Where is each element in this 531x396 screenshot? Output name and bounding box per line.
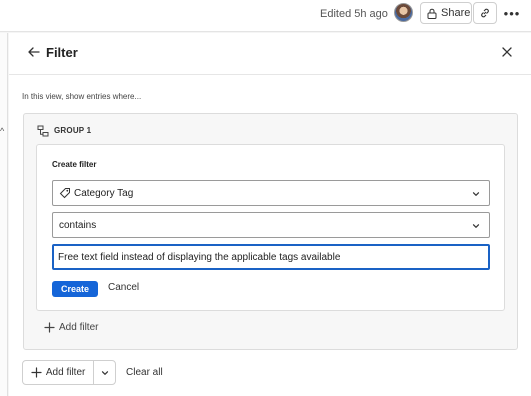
plus-icon	[44, 322, 55, 333]
chevron-down-icon	[471, 189, 481, 199]
link-icon	[479, 7, 491, 19]
cancel-button[interactable]: Cancel	[108, 282, 139, 293]
field-select[interactable]: Category Tag	[52, 180, 490, 206]
add-filter-split-button: Add filter	[22, 360, 116, 385]
add-filter-button[interactable]: Add filter	[23, 361, 95, 384]
chevron-down-icon	[471, 221, 481, 231]
panel-title: Filter	[46, 45, 78, 60]
chevron-down-icon	[100, 368, 110, 378]
share-button[interactable]: Share	[420, 2, 472, 24]
create-filter-card: Create filter Category Tag contains Crea…	[36, 144, 505, 311]
tag-icon	[59, 187, 71, 199]
create-filter-title: Create filter	[52, 160, 97, 169]
copy-link-button[interactable]	[473, 2, 497, 24]
filter-intro-text: In this view, show entries where...	[22, 92, 142, 101]
operator-select-value: contains	[59, 219, 97, 231]
field-select-value: Category Tag	[74, 187, 134, 199]
plus-icon	[31, 367, 42, 378]
group-title: GROUP 1	[54, 126, 92, 135]
add-filter-dropdown[interactable]	[94, 361, 115, 384]
edited-status: Edited 5h ago	[320, 8, 388, 20]
filter-group: GROUP 1 Create filter Category Tag conta…	[23, 113, 518, 350]
left-sidebar-edge: ^	[0, 33, 8, 396]
add-filter-label: Add filter	[45, 367, 86, 378]
group-add-filter-label: Add filter	[59, 322, 99, 333]
group-add-filter-button[interactable]: Add filter	[44, 322, 98, 333]
lock-icon	[427, 8, 437, 19]
top-bar: Edited 5h ago Share •••	[0, 0, 531, 32]
panel-header: Filter	[9, 33, 531, 75]
back-arrow-icon[interactable]	[25, 43, 43, 61]
close-icon[interactable]	[498, 43, 516, 61]
more-icon[interactable]: •••	[500, 2, 524, 24]
create-button[interactable]: Create	[52, 281, 98, 297]
group-icon	[37, 124, 49, 137]
filter-panel: Filter In this view, show entries where.…	[9, 33, 531, 396]
clear-all-button[interactable]: Clear all	[126, 367, 163, 378]
filter-value-input[interactable]	[52, 244, 490, 270]
caret-up-icon: ^	[0, 126, 5, 136]
operator-select[interactable]: contains	[52, 212, 490, 238]
avatar[interactable]	[394, 3, 413, 22]
share-label: Share	[441, 7, 471, 19]
